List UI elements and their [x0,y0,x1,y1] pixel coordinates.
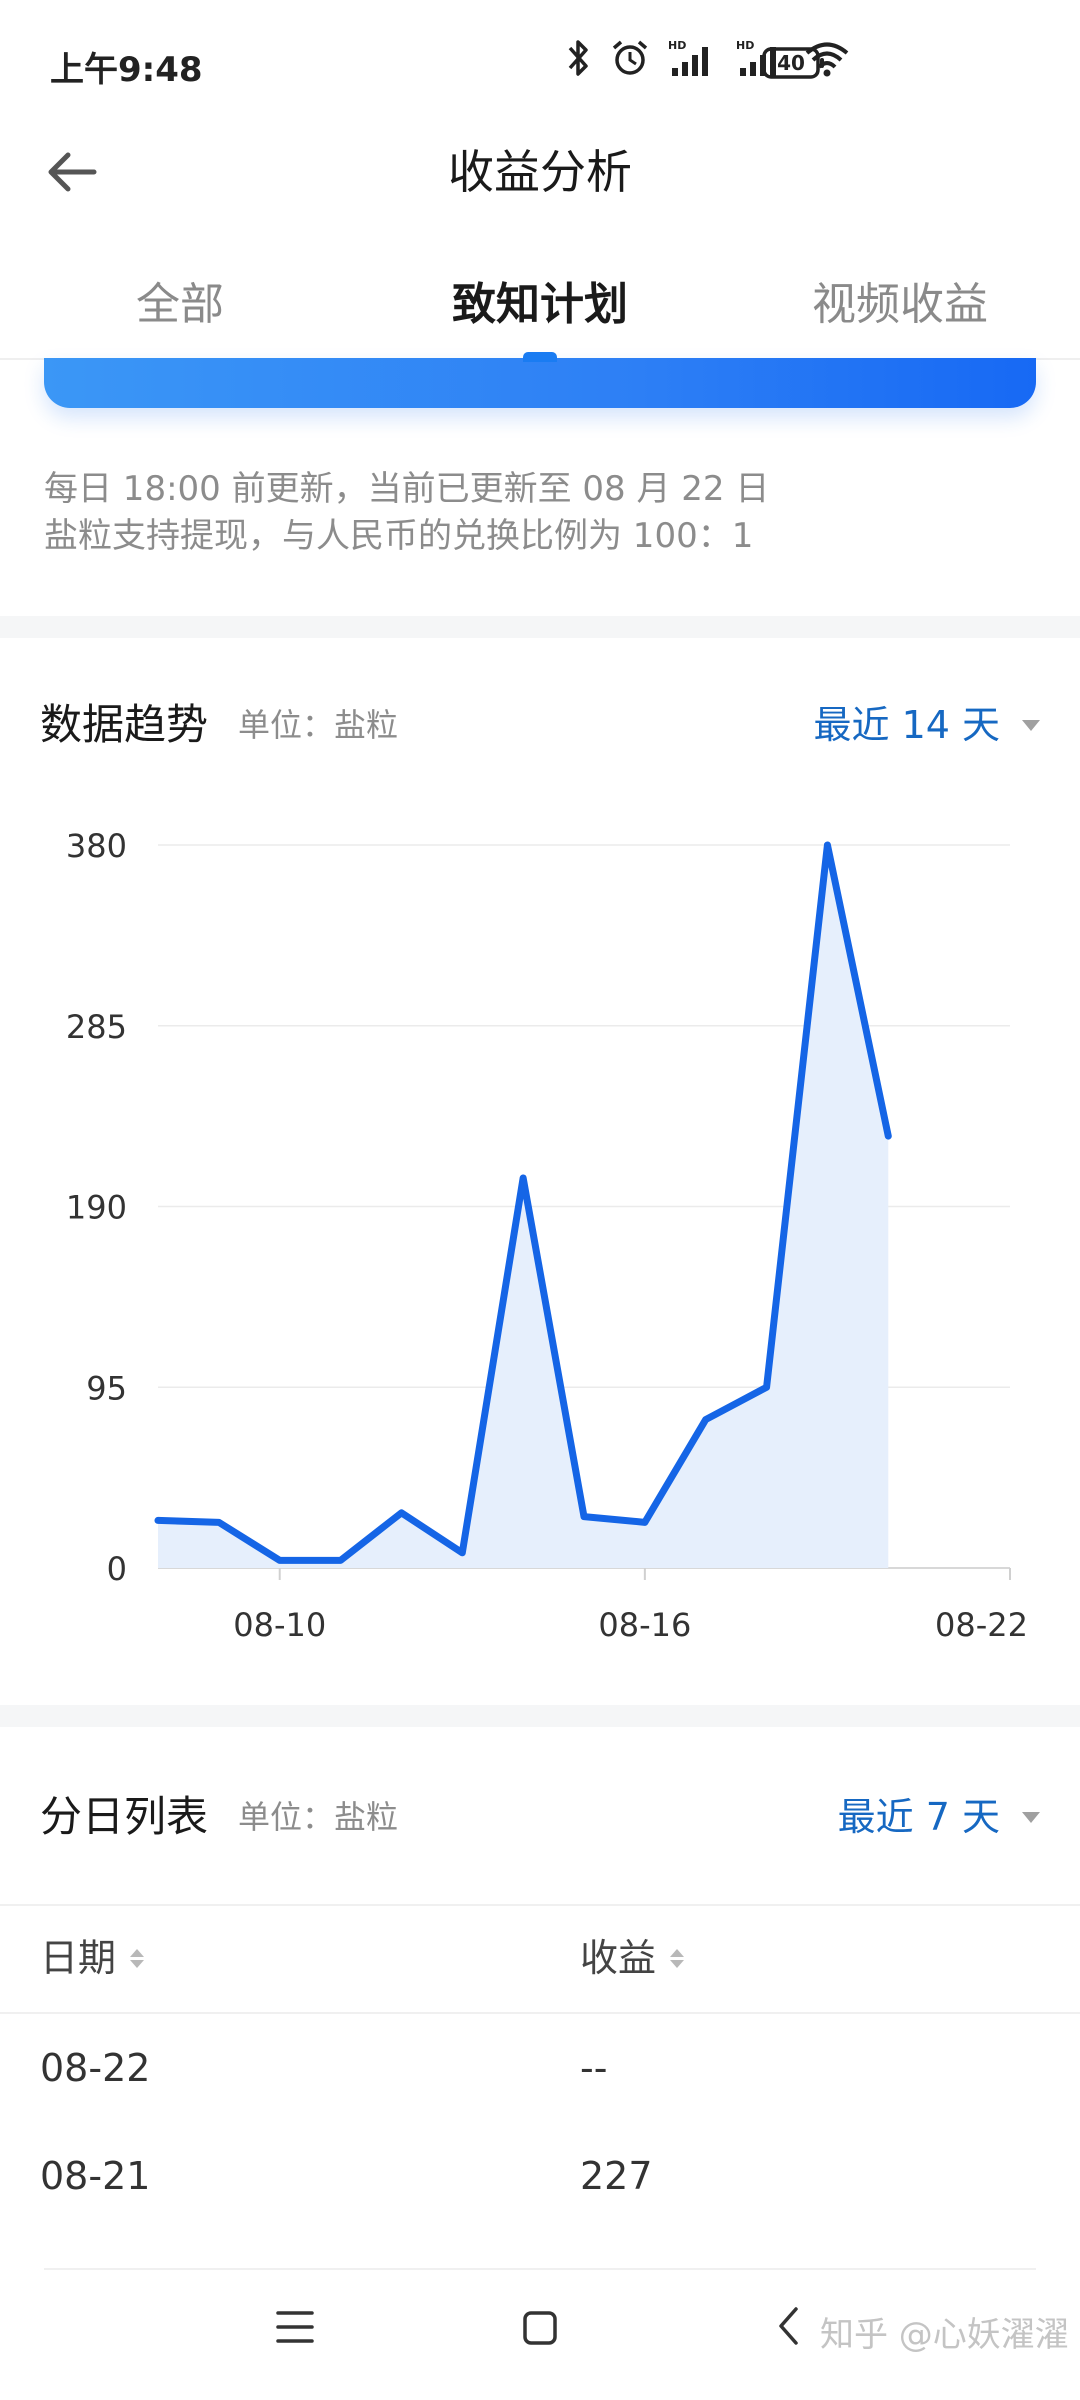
trend-unit: 单位：盐粒 [238,706,399,744]
page-title: 收益分析 [448,145,632,199]
alarm-icon [612,40,648,75]
daily-range-select[interactable]: 最近 7 天 [838,1787,1040,1847]
row-income: -- [580,2046,608,2090]
y-tick-label: 0 [107,1550,127,1588]
sort-icon [130,1948,145,1968]
column-header-income[interactable]: 收益 [580,1928,685,1988]
chevron-down-icon [1022,719,1040,731]
summary-card [44,358,1036,408]
y-tick-label: 190 [66,1189,127,1227]
status-time: 上午9:48 [50,50,203,90]
x-tick-label: 08-10 [233,1606,326,1644]
x-tick-label: 08-22 [935,1606,1028,1644]
section-divider [0,616,1080,638]
battery-icon: 40 [762,46,826,80]
exchange-note: 盐粒支持提现，与人民币的兑换比例为 100：1 [44,516,754,556]
home-icon[interactable] [522,2310,558,2346]
update-note: 每日 18:00 前更新，当前已更新至 08 月 22 日 [44,469,770,509]
y-tick-label: 95 [86,1369,127,1407]
active-tab-indicator [523,352,557,362]
signal-hd-icon: HD [668,39,708,76]
table-divider [0,2012,1080,2014]
row-income: 227 [580,2154,653,2198]
tab-all[interactable]: 全部 [136,275,224,335]
y-tick-label: 380 [66,827,127,865]
sort-icon [670,1948,685,1968]
chevron-down-icon [1022,1811,1040,1823]
x-tick-label: 08-16 [598,1606,691,1644]
column-header-label: 收益 [580,1936,657,1980]
trend-range-select[interactable]: 最近 14 天 [813,695,1040,755]
daily-title: 分日列表 [40,1792,209,1841]
bluetooth-icon [568,40,588,76]
svg-text:HD: HD [736,39,754,52]
row-date: 08-21 [40,2154,151,2198]
tab-bar: 全部 致知计划 视频收益 [0,255,1080,355]
y-tick-label: 285 [66,1008,127,1046]
battery-level: 40 [777,51,805,75]
tab-zhizhi-plan[interactable]: 致知计划 [452,275,628,335]
watermark: 知乎 @心妖濯濯 [820,2315,1069,2355]
trend-title: 数据趋势 [40,700,209,749]
trend-chart: 0 95 190 285 380 08-10 08-16 08-22 [66,827,1028,1644]
arrow-left-icon [48,152,97,192]
trend-range-label: 最近 14 天 [813,703,1000,747]
daily-range-label: 最近 7 天 [837,1795,1000,1839]
back-button[interactable] [40,140,104,204]
column-header-date[interactable]: 日期 [40,1928,145,1988]
row-date: 08-22 [40,2046,151,2090]
tab-video-income[interactable]: 视频收益 [812,275,988,335]
column-header-label: 日期 [40,1936,117,1980]
back-icon[interactable] [776,2306,800,2346]
menu-icon[interactable] [276,2310,314,2344]
daily-unit: 单位：盐粒 [238,1798,399,1836]
status-bar: 上午9:48 HD HD 40 [0,0,1080,120]
section-divider [0,1705,1080,1727]
svg-text:HD: HD [668,39,686,52]
table-divider [0,1904,1080,1906]
